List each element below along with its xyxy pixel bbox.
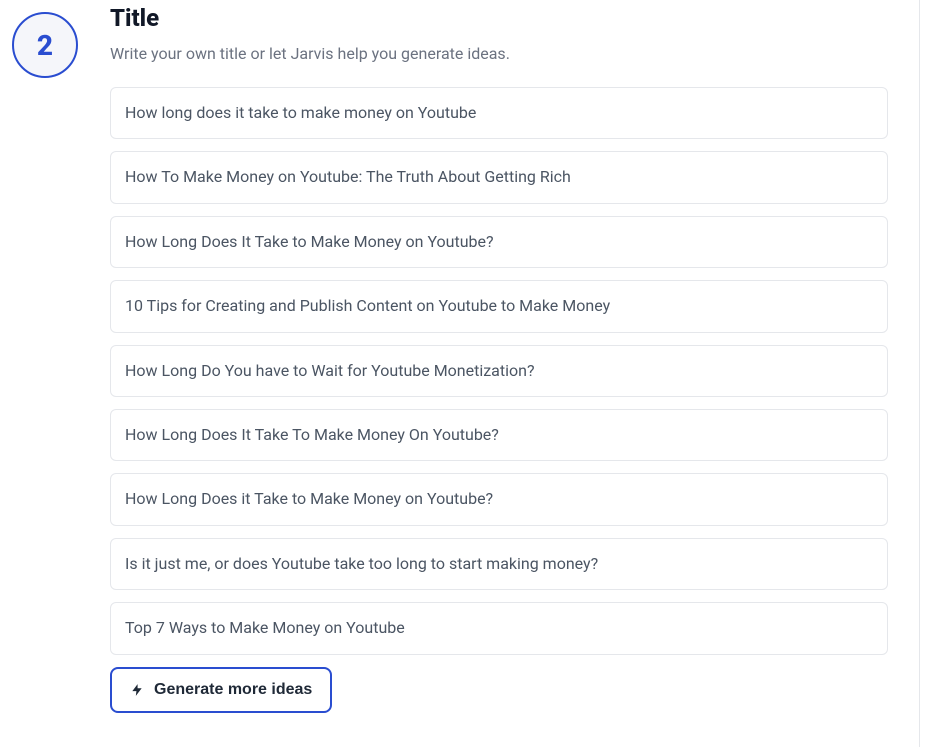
generate-more-button[interactable]: Generate more ideas <box>110 667 332 713</box>
suggestion-item[interactable]: Top 7 Ways to Make Money on Youtube <box>110 602 888 654</box>
suggestion-item[interactable]: How long does it take to make money on Y… <box>110 87 888 139</box>
suggestion-item[interactable]: How Long Do You have to Wait for Youtube… <box>110 345 888 397</box>
section-subtitle: Write your own title or let Jarvis help … <box>110 44 888 63</box>
suggestions-list: How long does it take to make money on Y… <box>110 87 888 655</box>
section-title: Title <box>110 4 888 32</box>
right-border <box>919 0 920 747</box>
suggestion-item[interactable]: How To Make Money on Youtube: The Truth … <box>110 151 888 203</box>
suggestion-item[interactable]: How Long Does it Take to Make Money on Y… <box>110 473 888 525</box>
step-indicator: 2 <box>12 12 78 78</box>
bolt-icon <box>130 683 144 697</box>
suggestion-item[interactable]: How Long Does It Take To Make Money On Y… <box>110 409 888 461</box>
suggestion-item[interactable]: How Long Does It Take to Make Money on Y… <box>110 216 888 268</box>
generate-more-label: Generate more ideas <box>154 681 312 699</box>
suggestion-item[interactable]: 10 Tips for Creating and Publish Content… <box>110 280 888 332</box>
step-number: 2 <box>37 29 53 62</box>
suggestion-item[interactable]: Is it just me, or does Youtube take too … <box>110 538 888 590</box>
